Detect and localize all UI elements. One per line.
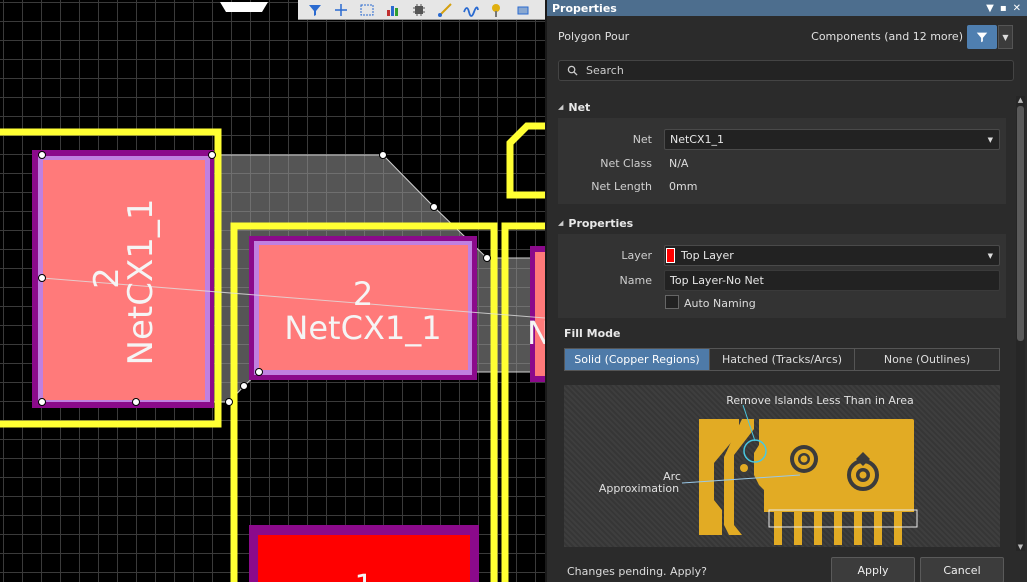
panel-titlebar: Properties ▼ ▪ ✕ bbox=[547, 0, 1027, 16]
polygon-pour-illustration: Remove Islands Less Than in Area Arc App… bbox=[599, 394, 918, 545]
net-label: Net bbox=[632, 133, 652, 146]
cropped-glyph bbox=[220, 2, 268, 12]
search-input[interactable]: Search bbox=[558, 60, 1014, 81]
pcb-drawing[interactable]: 2 NetCX1_1 2 NetCX1_1 N 1 bbox=[0, 0, 545, 582]
fill-mode-selector: Solid (Copper Regions) Hatched (Tracks/A… bbox=[564, 348, 1000, 371]
fill-mode-hatched[interactable]: Hatched (Tracks/Arcs) bbox=[710, 349, 855, 370]
name-field-value: Top Layer-No Net bbox=[670, 274, 764, 287]
name-label: Name bbox=[619, 274, 652, 287]
wave-icon[interactable] bbox=[460, 1, 482, 19]
pcb-canvas[interactable]: 2 NetCX1_1 2 NetCX1_1 N 1 bbox=[0, 0, 545, 582]
pad-bottom-number: 1 bbox=[354, 569, 373, 582]
pcb-active-toolbar bbox=[298, 0, 545, 20]
search-placeholder: Search bbox=[586, 64, 624, 77]
net-class-value: N/A bbox=[669, 157, 689, 170]
approximation-label: Approximation bbox=[599, 482, 679, 495]
rect-shape-icon[interactable] bbox=[512, 1, 534, 19]
chip-icon[interactable] bbox=[408, 1, 430, 19]
layer-dropdown-value: Top Layer bbox=[681, 249, 734, 262]
pad-mid-number: 2 bbox=[353, 275, 373, 313]
fill-mode-none[interactable]: None (Outlines) bbox=[855, 349, 999, 370]
net-dropdown[interactable]: NetCX1_1 ▼ bbox=[664, 129, 1000, 150]
selection-filter-button[interactable] bbox=[967, 25, 997, 49]
properties-panel: Properties ▼ ▪ ✕ Polygon Pour Components… bbox=[545, 0, 1027, 582]
fill-mode-solid[interactable]: Solid (Copper Regions) bbox=[565, 349, 710, 370]
collapse-triangle-icon: ◢ bbox=[558, 103, 564, 111]
filter-dropdown-button[interactable]: ▼ bbox=[998, 25, 1013, 49]
pad-left-net: NetCX1_1 bbox=[121, 199, 161, 366]
cancel-button[interactable]: Cancel bbox=[920, 557, 1004, 582]
net-class-label: Net Class bbox=[600, 157, 652, 170]
filter-icon bbox=[976, 32, 988, 43]
pin-icon[interactable] bbox=[486, 1, 508, 19]
filter-icon[interactable] bbox=[304, 1, 326, 19]
scroll-down-icon[interactable]: ▼ bbox=[1016, 543, 1025, 551]
crosshair-icon[interactable] bbox=[330, 1, 352, 19]
object-kind: Polygon Pour bbox=[558, 30, 630, 43]
layer-color-swatch bbox=[666, 248, 675, 263]
panel-menu-icon[interactable]: ▼ bbox=[986, 3, 994, 14]
properties-section-header[interactable]: ◢ Properties bbox=[558, 214, 633, 232]
scrollbar-thumb[interactable] bbox=[1017, 106, 1024, 341]
pin-panel-icon[interactable]: ▪ bbox=[1000, 3, 1007, 14]
pad-right-net: N bbox=[527, 314, 545, 352]
pad-mid-net: NetCX1_1 bbox=[284, 309, 441, 347]
filter-label[interactable]: Components (and 12 more) bbox=[811, 30, 963, 43]
chevron-down-icon: ▼ bbox=[987, 252, 993, 260]
scroll-up-icon[interactable]: ▲ bbox=[1016, 96, 1025, 104]
net-dropdown-value: NetCX1_1 bbox=[670, 133, 725, 146]
search-icon bbox=[567, 65, 578, 76]
route-icon[interactable] bbox=[434, 1, 456, 19]
layer-label: Layer bbox=[621, 249, 652, 262]
layer-dropdown[interactable]: Top Layer ▼ bbox=[664, 245, 1000, 266]
remove-islands-label: Remove Islands Less Than in Area bbox=[726, 394, 914, 407]
net-length-value: 0mm bbox=[669, 180, 698, 193]
properties-section-title: Properties bbox=[568, 216, 634, 230]
changes-pending-text: Changes pending. Apply? bbox=[567, 565, 707, 578]
panel-title: Properties bbox=[552, 1, 617, 15]
collapse-triangle-icon: ◢ bbox=[558, 219, 564, 227]
track-outline-top-right bbox=[506, 122, 545, 199]
panel-scrollbar[interactable]: ▲ ▼ bbox=[1016, 96, 1025, 551]
name-field[interactable]: Top Layer-No Net bbox=[664, 270, 1000, 291]
apply-button[interactable]: Apply bbox=[831, 557, 915, 582]
auto-naming-label: Auto Naming bbox=[684, 297, 756, 310]
panel-footer: Changes pending. Apply? Apply Cancel bbox=[547, 555, 1027, 582]
net-section-header[interactable]: ◢ Net bbox=[558, 98, 590, 116]
net-section-title: Net bbox=[568, 100, 591, 114]
fill-mode-label: Fill Mode bbox=[564, 327, 621, 340]
chart-icon[interactable] bbox=[382, 1, 404, 19]
auto-naming-checkbox[interactable] bbox=[665, 295, 679, 309]
close-icon[interactable]: ✕ bbox=[1013, 3, 1021, 14]
chevron-down-icon: ▼ bbox=[987, 136, 993, 144]
select-rect-icon[interactable] bbox=[356, 1, 378, 19]
fill-mode-illustration: Remove Islands Less Than in Area Arc App… bbox=[564, 385, 1000, 547]
net-length-label: Net Length bbox=[591, 180, 652, 193]
